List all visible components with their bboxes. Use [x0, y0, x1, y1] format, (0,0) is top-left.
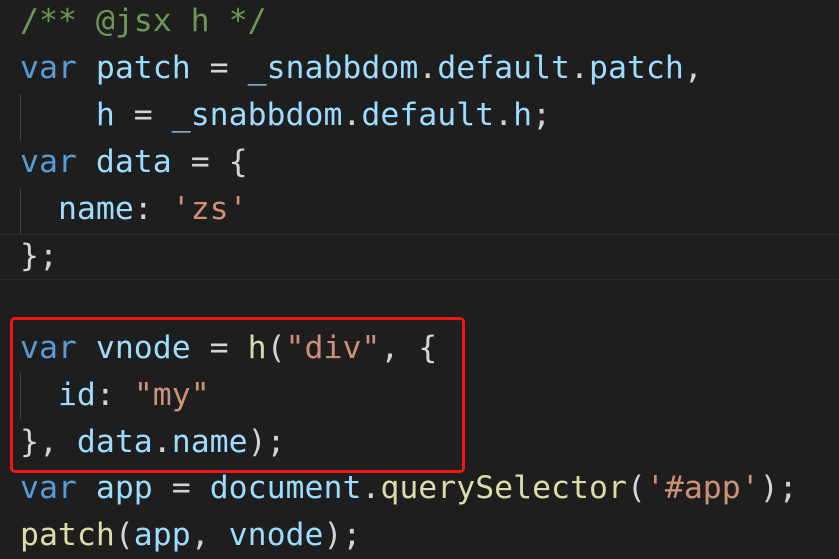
code-token: }; — [20, 238, 58, 274]
code-token: vnode — [228, 517, 324, 553]
code-token: var — [20, 50, 77, 86]
code-token: , — [190, 517, 229, 553]
code-token: patch — [589, 50, 684, 86]
code-token: default — [437, 50, 571, 86]
code-token: = — [114, 97, 172, 133]
code-token: . — [494, 97, 514, 133]
code-token: /** @jsx h */ — [20, 3, 267, 39]
code-token: . — [342, 97, 362, 133]
code-token: app — [95, 470, 153, 506]
code-token: ; — [532, 97, 552, 133]
code-line: /** @jsx h */ — [20, 0, 267, 45]
code-line: var data = { — [20, 139, 248, 186]
code-token: ( — [626, 470, 646, 506]
code-token: var — [20, 144, 77, 180]
code-token: querySelector — [380, 470, 627, 506]
code-token: . — [418, 50, 438, 86]
current-line-highlight — [0, 234, 839, 280]
code-line: h = _snabbdom.default.h; — [20, 92, 551, 139]
code-token: = — [152, 470, 210, 506]
code-token: ( — [114, 517, 134, 553]
code-line: var patch = _snabbdom.default.patch, — [20, 45, 703, 92]
code-token: = { — [171, 144, 248, 180]
code-token: _snabbdom — [171, 97, 343, 133]
code-token: = — [190, 50, 248, 86]
code-token: var — [20, 470, 77, 506]
code-token: . — [570, 50, 589, 86]
code-token: app — [133, 517, 191, 553]
code-editor[interactable]: /** @jsx h */var patch = _snabbdom.defau… — [0, 0, 839, 556]
code-line: patch(app, vnode); — [20, 512, 361, 559]
code-token: patch — [20, 517, 115, 553]
code-line: name: 'zs' — [20, 186, 248, 233]
code-token: : — [133, 191, 172, 227]
code-token: 'zs' — [171, 191, 248, 227]
code-token: . — [361, 470, 381, 506]
code-token: patch — [95, 50, 191, 86]
code-line: }; — [20, 233, 58, 280]
code-token: h — [513, 97, 533, 133]
code-token: , — [683, 50, 703, 86]
annotation-highlight-box — [10, 317, 465, 473]
code-token: '#app' — [645, 470, 760, 506]
code-token: ); — [323, 517, 362, 553]
code-token: document — [209, 470, 362, 506]
code-token: ); — [759, 470, 798, 506]
code-token: default — [361, 97, 495, 133]
code-token: name — [57, 191, 134, 227]
code-token: data — [95, 144, 172, 180]
code-token: _snabbdom — [247, 50, 419, 86]
code-token: h — [95, 97, 115, 133]
